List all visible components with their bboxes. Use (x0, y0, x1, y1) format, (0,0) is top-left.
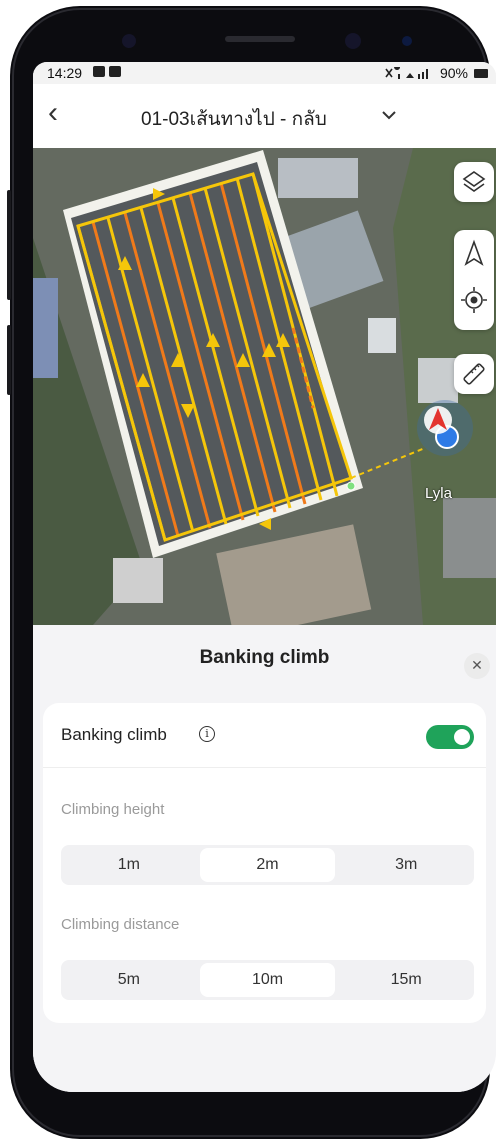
height-option-2m[interactable]: 2m (199, 848, 336, 882)
distance-option-5m[interactable]: 5m (61, 960, 197, 1000)
navigation-arrow-icon[interactable] (454, 230, 494, 278)
sheet-title: Banking climb (199, 647, 330, 668)
layers-button[interactable] (454, 162, 494, 202)
sensor (402, 36, 412, 46)
toggle-knob (454, 729, 470, 745)
notification-icons (93, 66, 121, 77)
climbing-distance-label: Climbing distance (61, 916, 180, 933)
toggle-row: Banking climb i (43, 703, 486, 768)
status-time: 14:29 (47, 65, 83, 81)
front-camera (345, 33, 361, 49)
map-imagery (33, 148, 496, 625)
layers-icon (462, 171, 486, 192)
ruler-icon (463, 363, 485, 385)
distance-option-15m[interactable]: 15m (338, 960, 474, 1000)
top-bar: ‹ 01-03เส้นทางไป - กลับ (33, 84, 496, 148)
ruler-button[interactable] (454, 354, 494, 394)
sensor-left (122, 34, 136, 48)
route-title[interactable]: 01-03เส้นทางไป - กลับ (141, 104, 327, 134)
message-icon (109, 66, 121, 77)
gallery-icon (93, 66, 105, 77)
bixby-button (7, 325, 11, 395)
close-icon[interactable]: ✕ (464, 653, 490, 679)
satellite-map[interactable]: Lyla (33, 148, 496, 625)
height-option-1m[interactable]: 1m (61, 845, 197, 885)
back-icon[interactable]: ‹ (39, 98, 67, 128)
map-tools-group (454, 230, 494, 330)
signal-icon (385, 67, 428, 79)
banking-climb-sheet: Banking climb ✕ Banking climb i Climbing… (33, 625, 496, 1092)
climbing-height-label: Climbing height (61, 801, 165, 818)
volume-button (7, 190, 11, 300)
settings-card: Banking climb i Climbing height 1m 2m 3m… (43, 703, 486, 1023)
status-right: 90% (384, 65, 488, 81)
battery-icon (474, 68, 488, 78)
toggle-label: Banking climb (61, 725, 167, 744)
info-icon[interactable]: i (199, 726, 215, 742)
banking-climb-toggle[interactable] (426, 725, 474, 749)
climbing-height-selector: 1m 2m 3m (61, 845, 474, 885)
app-screen: 14:29 90% ‹ 01-03เส้นทางไป - กลับ Lyla B… (33, 62, 496, 1092)
locate-icon[interactable] (454, 278, 494, 326)
climbing-distance-selector: 5m 10m 15m (61, 960, 474, 1000)
distance-option-10m[interactable]: 10m (199, 963, 336, 997)
chevron-down-icon[interactable] (381, 102, 397, 128)
pilot-name: Lyla (425, 485, 452, 502)
earpiece-speaker (225, 36, 295, 42)
status-bar: 14:29 90% (33, 62, 496, 84)
battery-text: 90% (439, 65, 468, 81)
height-option-3m[interactable]: 3m (338, 845, 474, 885)
